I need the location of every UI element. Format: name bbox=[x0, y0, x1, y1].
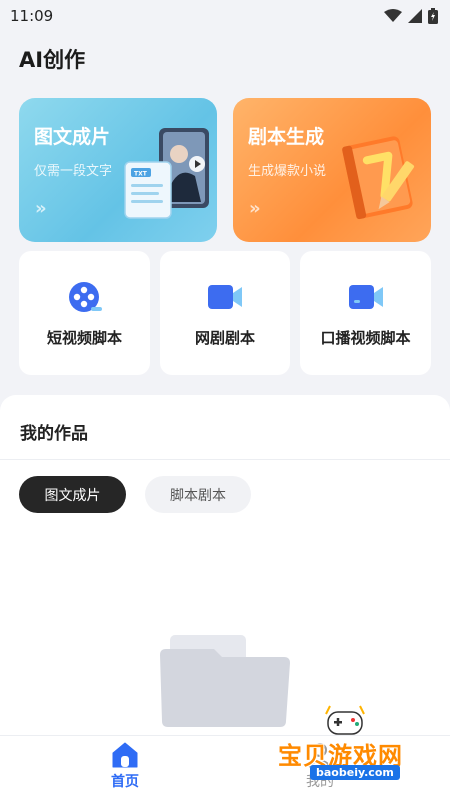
hero-card-image-text[interactable]: 图文成片 仅需一段文字 » TXT bbox=[19, 98, 217, 242]
hero-card-script[interactable]: 剧本生成 生成爆款小说 » bbox=[233, 98, 431, 242]
status-bar: 11:09 bbox=[0, 0, 450, 32]
page-title: AI创作 bbox=[19, 48, 86, 72]
divider bbox=[0, 459, 450, 460]
bottom-tab-bar: 首页 我的 bbox=[0, 735, 450, 800]
empty-folder-icon bbox=[160, 635, 290, 727]
hero-title: 图文成片 bbox=[34, 126, 111, 148]
tab-image-text[interactable]: 图文成片 bbox=[19, 476, 126, 513]
tab-label: 我的 bbox=[306, 774, 334, 790]
photo-document-illustration: TXT bbox=[124, 128, 209, 219]
notebook-pencil-illustration bbox=[342, 136, 415, 220]
hero-subtitle: 生成爆款小说 bbox=[248, 164, 327, 179]
tab-home[interactable]: 首页 bbox=[98, 742, 152, 791]
txt-badge: TXT bbox=[134, 171, 148, 178]
signal-icon bbox=[408, 9, 422, 23]
status-time: 11:09 bbox=[10, 7, 54, 25]
tool-card-short-video-script[interactable]: 短视频脚本 bbox=[19, 251, 150, 375]
double-chevron-icon: » bbox=[249, 198, 261, 219]
tool-label: 短视频脚本 bbox=[46, 329, 122, 347]
tab-script[interactable]: 脚本剧本 bbox=[145, 476, 251, 513]
tool-card-voiceover-script[interactable]: 口播视频脚本 bbox=[300, 251, 431, 375]
tab-label: 首页 bbox=[111, 774, 139, 790]
home-icon bbox=[112, 742, 138, 768]
my-works-panel: 我的作品 图文成片 脚本剧本 bbox=[0, 395, 450, 735]
battery-icon bbox=[428, 8, 438, 24]
tool-card-web-drama-script[interactable]: 网剧剧本 bbox=[160, 251, 290, 375]
wifi-icon bbox=[384, 9, 402, 22]
profile-icon bbox=[308, 743, 332, 768]
video-camera-icon bbox=[348, 285, 383, 309]
status-icons bbox=[384, 8, 438, 24]
tool-label: 口播视频脚本 bbox=[320, 329, 411, 347]
film-reel-icon bbox=[68, 282, 102, 312]
video-camera-icon bbox=[208, 285, 242, 309]
tab-mine[interactable]: 我的 bbox=[290, 742, 350, 791]
tool-label: 网剧剧本 bbox=[194, 329, 255, 347]
double-chevron-icon: » bbox=[35, 198, 47, 219]
section-title: 我的作品 bbox=[20, 424, 88, 444]
hero-subtitle: 仅需一段文字 bbox=[34, 164, 113, 179]
hero-title: 剧本生成 bbox=[248, 126, 325, 148]
